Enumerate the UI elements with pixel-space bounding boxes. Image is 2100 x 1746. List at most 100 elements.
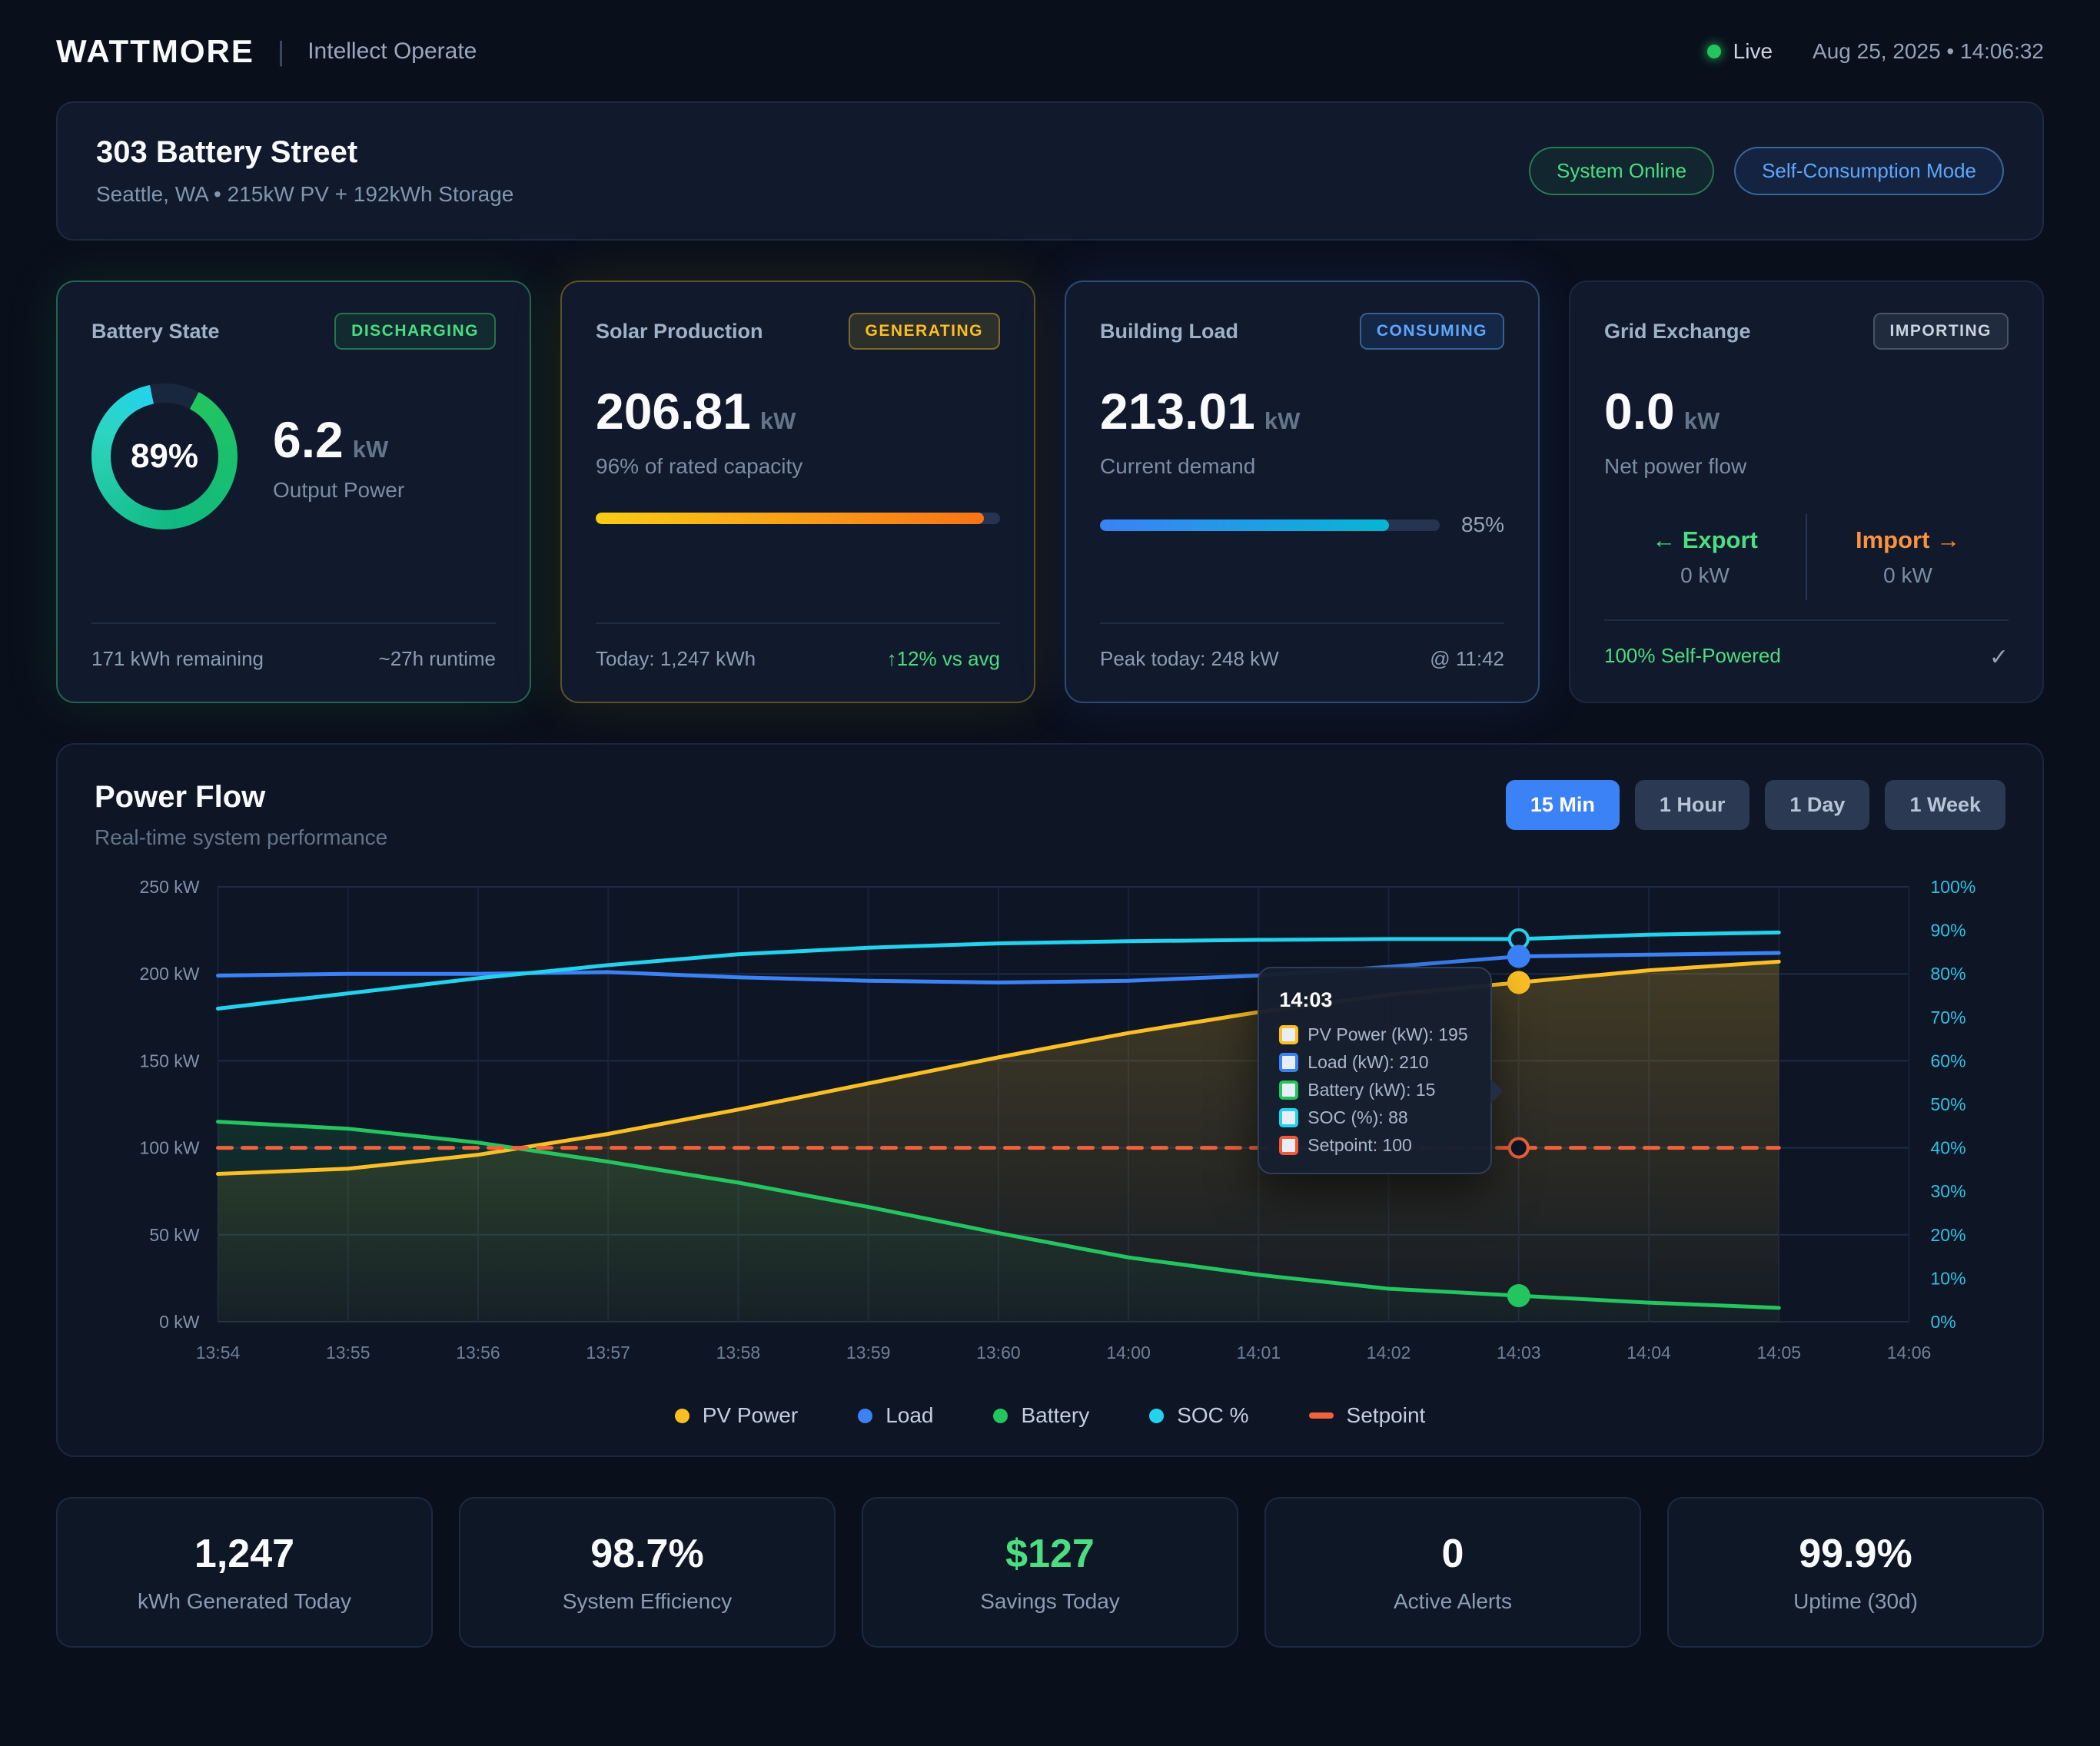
grid-import: Import → 0 kW <box>1807 526 2009 588</box>
range-button-1-day[interactable]: 1 Day <box>1765 780 1869 830</box>
svg-text:30%: 30% <box>1931 1181 1966 1201</box>
product-name: Intellect Operate <box>307 38 477 65</box>
brand-separator: | <box>277 35 284 68</box>
battery-remaining: 171 kWh remaining <box>91 647 264 671</box>
site-info: 303 Battery Street Seattle, WA • 215kW P… <box>96 135 513 207</box>
svg-text:10%: 10% <box>1931 1268 1966 1288</box>
site-details: Seattle, WA • 215kW PV + 192kWh Storage <box>96 182 513 207</box>
stat-value: 98.7% <box>468 1531 826 1577</box>
svg-text:40%: 40% <box>1931 1138 1966 1158</box>
tooltip-swatch-icon <box>1279 1025 1298 1044</box>
site-card: 303 Battery Street Seattle, WA • 215kW P… <box>56 101 2044 241</box>
battery-power-label: Output Power <box>273 478 404 503</box>
tooltip-item: Setpoint: 100 <box>1279 1135 1470 1156</box>
svg-text:13:60: 13:60 <box>976 1343 1021 1363</box>
clock: Aug 25, 2025 • 14:06:32 <box>1813 39 2044 64</box>
stat-value: 0 <box>1274 1531 1632 1577</box>
svg-text:200 kW: 200 kW <box>140 964 200 984</box>
battery-soc-ring: 89% <box>91 383 238 529</box>
grid-power-value: 0.0 <box>1604 382 1675 440</box>
legend-label: PV Power <box>703 1403 799 1428</box>
legend-item-soc-[interactable]: SOC % <box>1149 1403 1248 1428</box>
grid-export: ← Export 0 kW <box>1604 526 1806 588</box>
svg-text:14:00: 14:00 <box>1106 1343 1151 1363</box>
legend-dot-icon <box>858 1409 872 1423</box>
power-flow-title: Power Flow <box>95 780 387 815</box>
stat-label: kWh Generated Today <box>65 1589 424 1614</box>
legend-item-setpoint[interactable]: Setpoint <box>1309 1403 1426 1428</box>
check-icon: ✓ <box>1989 644 2009 671</box>
site-badges: System Online Self-Consumption Mode <box>1529 147 2004 195</box>
svg-text:100 kW: 100 kW <box>140 1138 200 1158</box>
tooltip-item: Load (kW): 210 <box>1279 1052 1470 1073</box>
grid-export-label: ← Export <box>1604 526 1806 554</box>
grid-power-unit: kW <box>1684 407 1720 435</box>
live-status-label: Live <box>1733 39 1773 64</box>
tooltip-item-label: Battery (kW): 15 <box>1308 1080 1435 1100</box>
svg-text:13:55: 13:55 <box>326 1343 370 1363</box>
legend-item-load[interactable]: Load <box>858 1403 933 1428</box>
stat-card-active-alerts: 0 Active Alerts <box>1264 1497 1641 1648</box>
solar-power-value: 206.81 <box>596 382 751 440</box>
svg-text:14:05: 14:05 <box>1756 1343 1801 1363</box>
stat-card-savings-today: $127Savings Today <box>862 1497 1238 1648</box>
tooltip-item: Battery (kW): 15 <box>1279 1080 1470 1100</box>
solar-vs-avg: ↑12% vs avg <box>887 647 1000 671</box>
svg-text:150 kW: 150 kW <box>140 1051 200 1071</box>
building-load-card: Building Load CONSUMING 213.01 kW Curren… <box>1065 280 1540 703</box>
stat-label: Active Alerts <box>1274 1589 1632 1614</box>
tooltip-swatch-icon <box>1279 1108 1298 1127</box>
range-button-1-hour[interactable]: 1 Hour <box>1635 780 1750 830</box>
legend-dash-icon <box>1309 1412 1334 1419</box>
metric-cards: Battery State DISCHARGING 89% 6.2 kW Out… <box>56 280 2044 703</box>
svg-text:13:58: 13:58 <box>716 1343 761 1363</box>
battery-card-title: Battery State <box>91 320 220 344</box>
solar-capacity-label: 96% of rated capacity <box>596 454 1000 479</box>
battery-status-badge: DISCHARGING <box>334 313 496 350</box>
battery-power-unit: kW <box>353 436 389 463</box>
svg-text:90%: 90% <box>1931 921 1966 941</box>
power-flow-heading: Power Flow Real-time system performance <box>95 780 387 850</box>
svg-text:13:59: 13:59 <box>846 1343 891 1363</box>
svg-text:50%: 50% <box>1931 1094 1966 1114</box>
legend-dot-icon <box>993 1409 1008 1423</box>
load-progress-fill <box>1100 519 1389 531</box>
stat-label: System Efficiency <box>468 1589 826 1614</box>
brand-logo: WATTMORE <box>56 33 254 70</box>
svg-text:20%: 20% <box>1931 1225 1966 1245</box>
battery-output: 6.2 kW Output Power <box>273 410 404 503</box>
live-status-icon <box>1707 45 1721 58</box>
svg-text:70%: 70% <box>1931 1007 1966 1027</box>
tooltip-time: 14:03 <box>1279 988 1470 1012</box>
range-button-1-week[interactable]: 1 Week <box>1885 780 2005 830</box>
load-peak: Peak today: 248 kW <box>1100 647 1279 671</box>
load-progress-pct: 85% <box>1461 513 1504 537</box>
svg-text:100%: 100% <box>1931 877 1976 897</box>
load-peak-time: @ 11:42 <box>1430 647 1504 671</box>
range-button-15-min[interactable]: 15 Min <box>1506 780 1620 830</box>
svg-text:0%: 0% <box>1931 1312 1956 1332</box>
svg-text:14:02: 14:02 <box>1367 1343 1411 1363</box>
svg-text:13:56: 13:56 <box>456 1343 500 1363</box>
tooltip-item-label: Setpoint: 100 <box>1308 1135 1412 1156</box>
grid-export-value: 0 kW <box>1604 563 1806 588</box>
site-badge-blue[interactable]: Self-Consumption Mode <box>1734 147 2004 195</box>
site-title: 303 Battery Street <box>96 135 513 170</box>
legend-item-battery[interactable]: Battery <box>993 1403 1089 1428</box>
stat-card-system-efficiency: 98.7% System Efficiency <box>459 1497 836 1648</box>
battery-state-card: Battery State DISCHARGING 89% 6.2 kW Out… <box>56 280 531 703</box>
battery-runtime: ~27h runtime <box>379 647 496 671</box>
svg-text:50 kW: 50 kW <box>149 1225 199 1245</box>
power-flow-chart[interactable]: 0 kW50 kW100 kW150 kW200 kW250 kW0%10%20… <box>95 876 2005 1392</box>
site-badge-green[interactable]: System Online <box>1529 147 1714 195</box>
grid-status-badge: IMPORTING <box>1873 313 2009 350</box>
tooltip-item-label: SOC (%): 88 <box>1308 1107 1407 1128</box>
stat-value: 99.9% <box>1676 1531 2035 1577</box>
legend-item-pv-power[interactable]: PV Power <box>675 1403 799 1428</box>
tooltip-item: SOC (%): 88 <box>1279 1107 1470 1128</box>
legend-dot-icon <box>1149 1409 1164 1423</box>
solar-status-badge: GENERATING <box>849 313 1000 350</box>
tooltip-items: PV Power (kW): 195Load (kW): 210Battery … <box>1279 1024 1470 1156</box>
dashboard: WATTMORE | Intellect Operate Live Aug 25… <box>0 0 2100 1678</box>
tooltip-arrow <box>1490 1079 1504 1104</box>
